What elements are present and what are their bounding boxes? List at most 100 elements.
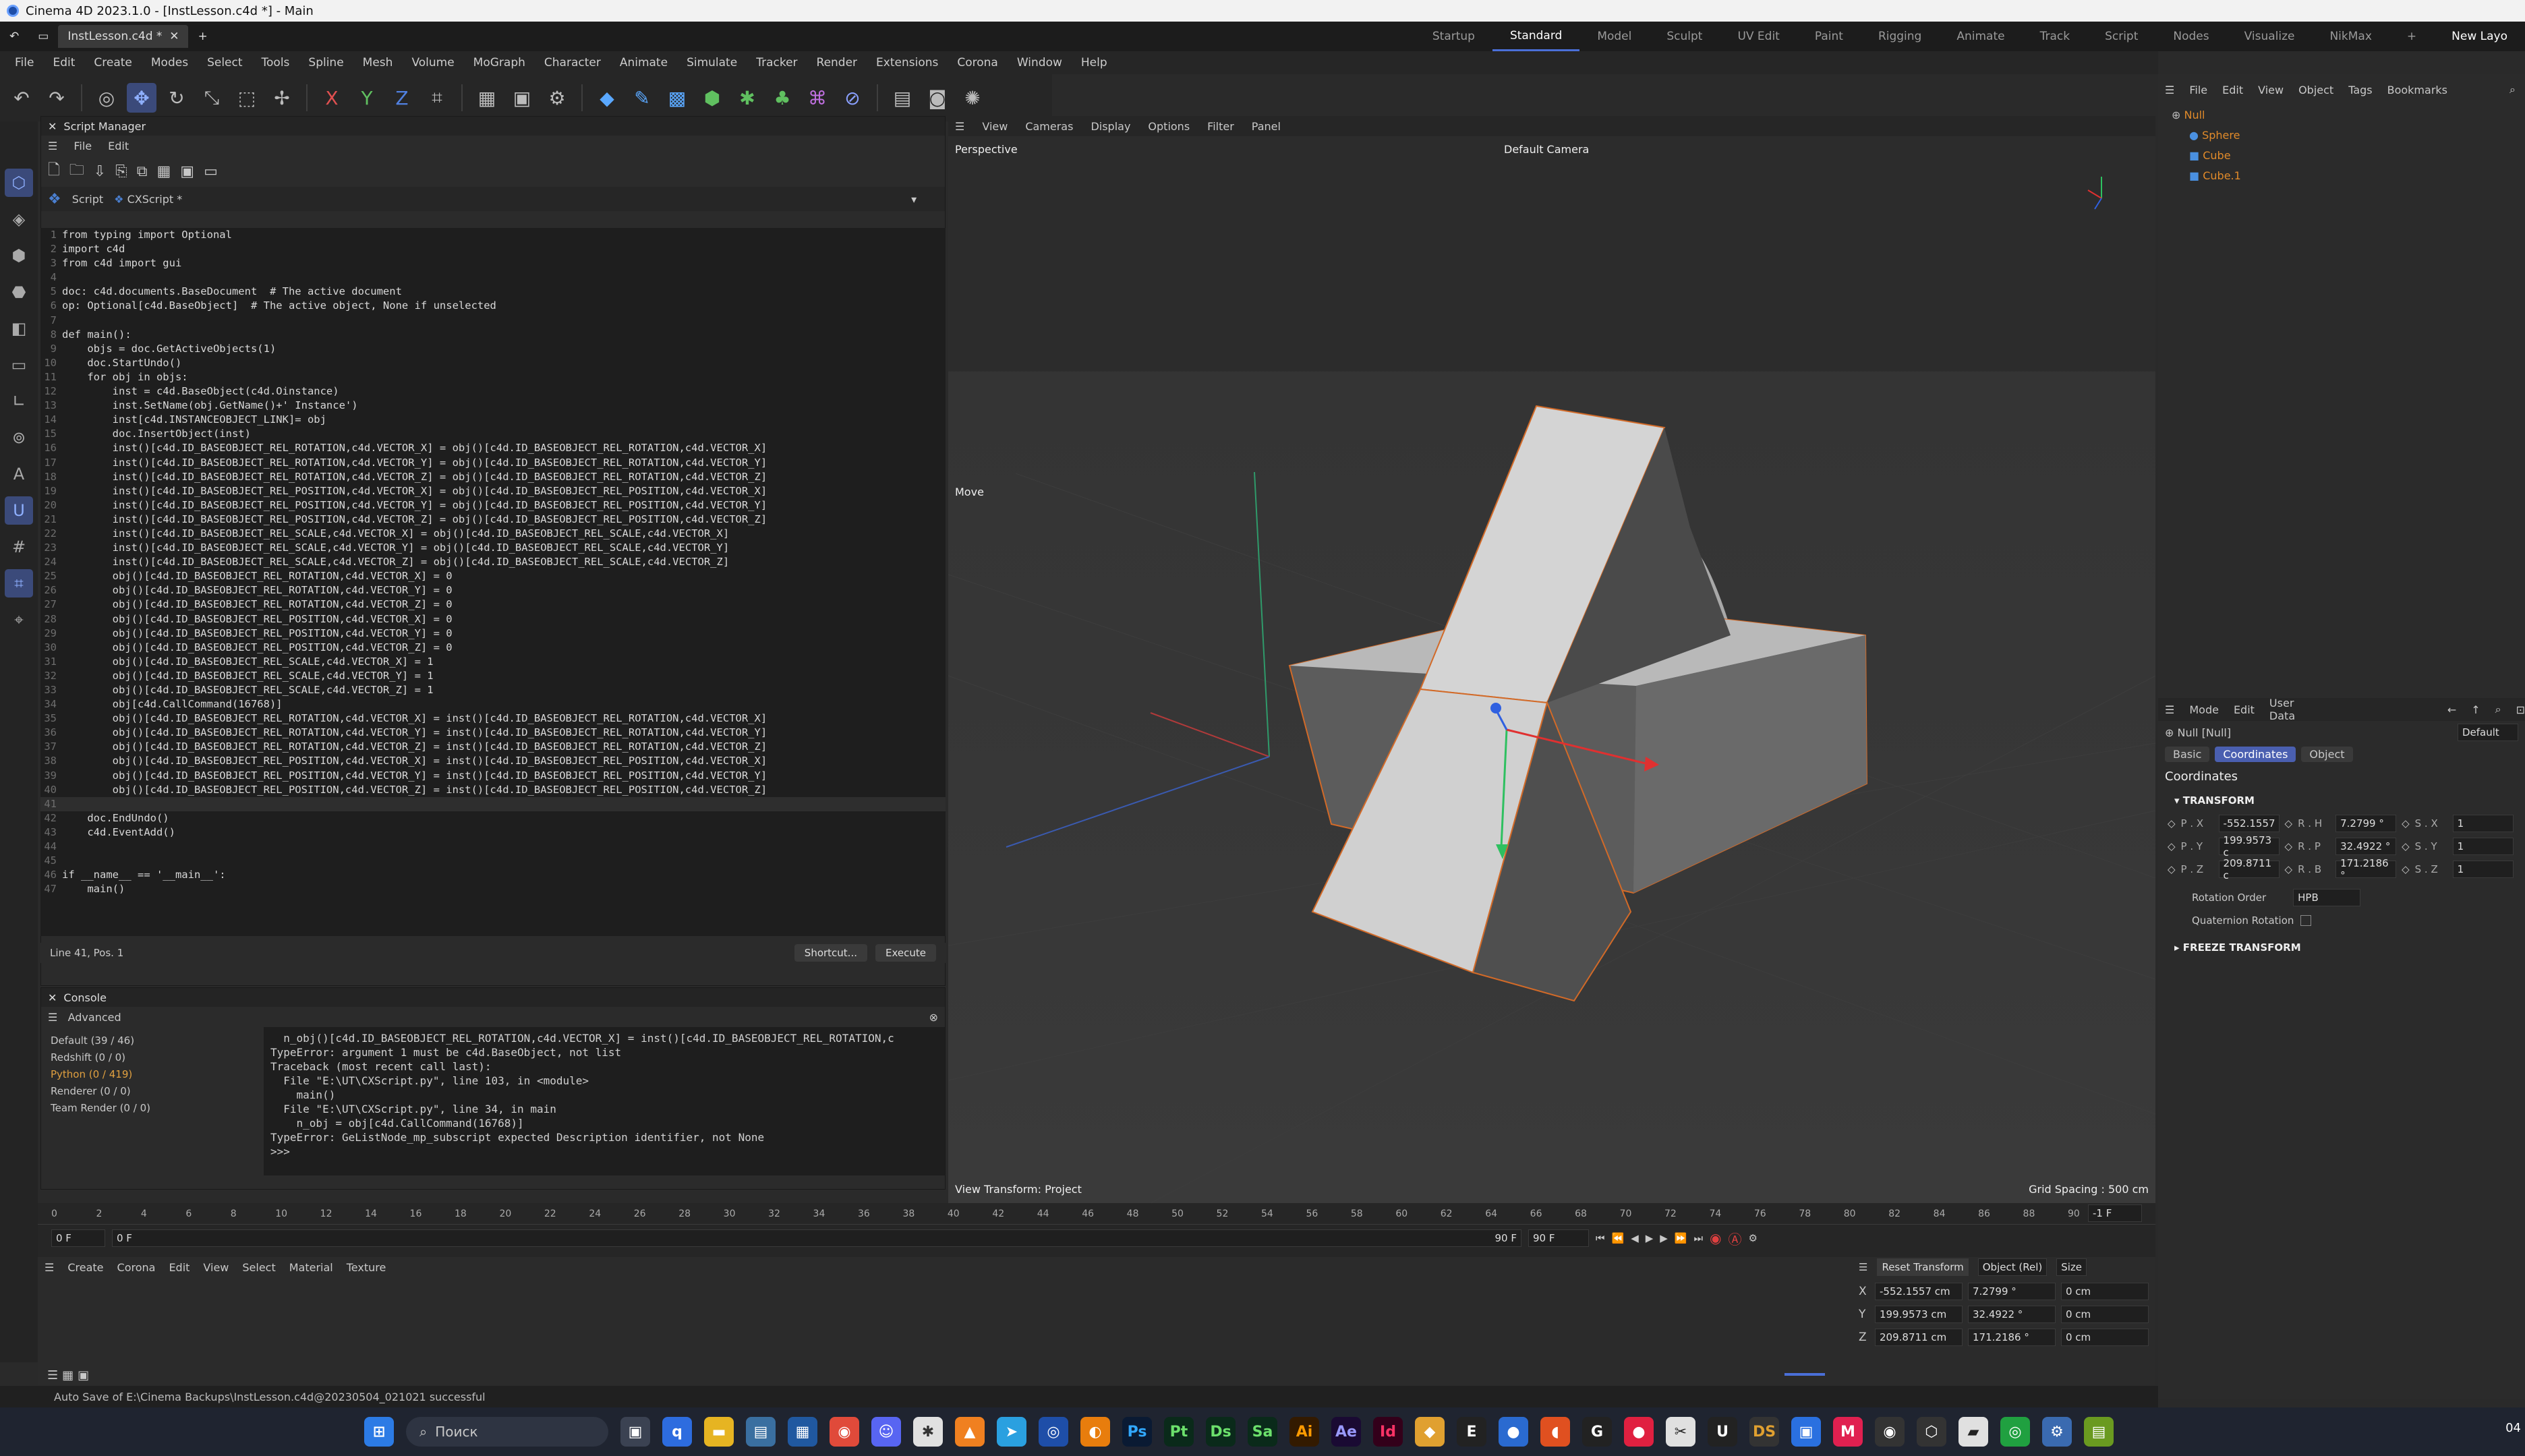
field-value[interactable]: 209.8711 c xyxy=(2218,857,2280,881)
code-line[interactable]: 2 import c4d xyxy=(40,242,946,256)
field-value[interactable]: 199.9573 c xyxy=(2218,834,2280,858)
y-axis-icon[interactable]: Y xyxy=(352,83,382,113)
filter-renderer[interactable]: Renderer (0 / 0) xyxy=(51,1083,254,1100)
floor-icon[interactable]: ▤ xyxy=(888,83,917,113)
console-tab[interactable]: Advanced xyxy=(68,1011,121,1024)
layout-sculpt[interactable]: Sculpt xyxy=(1649,22,1720,51)
coord-size-field[interactable]: 0 cm xyxy=(2061,1329,2149,1346)
layout-standard[interactable]: Standard xyxy=(1492,22,1580,51)
polygon-mode-icon[interactable]: ◧ xyxy=(5,314,33,343)
menu-tools[interactable]: Tools xyxy=(252,56,299,69)
object-row-sphere[interactable]: ● Sphere xyxy=(2172,125,2525,146)
code-line[interactable]: 38 obj()[c4d.ID_BASEOBJECT_REL_POSITION,… xyxy=(40,754,946,768)
attr-menu-user-data[interactable]: User Data xyxy=(2269,697,2311,722)
epic-games-icon[interactable]: E xyxy=(1457,1417,1486,1447)
filter-redshift[interactable]: Redshift (0 / 0) xyxy=(51,1049,254,1066)
menu-animate[interactable]: Animate xyxy=(610,56,677,69)
mat-menu-create[interactable]: Create xyxy=(67,1261,103,1274)
keyframe-diamond-icon[interactable]: ◇ xyxy=(2168,840,2176,852)
daz-icon[interactable]: DS xyxy=(1749,1417,1779,1447)
keyframe-diamond-icon[interactable]: ◇ xyxy=(2285,840,2293,852)
play-icon[interactable]: ▶ xyxy=(1646,1232,1654,1244)
cloner-icon[interactable]: ✱ xyxy=(732,83,762,113)
field-value[interactable]: 1 xyxy=(2452,861,2514,878)
app-icon-16[interactable]: ▰ xyxy=(1958,1417,1988,1447)
code-line[interactable]: 10 doc.StartUndo() xyxy=(40,356,946,370)
code-line[interactable]: 13 inst.SetName(obj.GetName()+' Instance… xyxy=(40,399,946,413)
field-value[interactable]: 32.4922 ° xyxy=(2335,838,2397,855)
layout-script[interactable]: Script xyxy=(2087,22,2155,51)
viewport[interactable]: ☰ View Cameras Display Options Filter Pa… xyxy=(948,116,2155,1203)
keyframe-settings-icon[interactable]: ⚙ xyxy=(1749,1232,1758,1244)
script-icon-a[interactable]: ▦ xyxy=(156,163,171,180)
new-tab-icon[interactable]: + xyxy=(188,25,216,48)
coord-size-dropdown[interactable]: Size xyxy=(2056,1258,2087,1276)
cube-icon[interactable]: ◆ xyxy=(592,83,622,113)
app-icon-6[interactable]: ◆ xyxy=(1415,1417,1445,1447)
code-line[interactable]: 33 obj()[c4d.ID_BASEOBJECT_REL_SCALE,c4d… xyxy=(40,683,946,697)
render-settings-icon[interactable]: ⚙ xyxy=(542,83,572,113)
hamburger-icon[interactable]: ☰ xyxy=(2165,703,2174,716)
code-line[interactable]: 46 if __name__ == '__main__': xyxy=(40,868,946,882)
substance-sampler-icon[interactable]: Sa xyxy=(1248,1417,1277,1447)
next-frame-icon[interactable]: ▶ xyxy=(1660,1232,1668,1244)
script-icon-b[interactable]: ▣ xyxy=(180,163,194,180)
quaternion-checkbox[interactable] xyxy=(2300,915,2312,926)
field-value[interactable]: 171.2186 ° xyxy=(2335,857,2397,881)
layout-track[interactable]: Track xyxy=(2023,22,2087,51)
script-icon-c[interactable]: ▭ xyxy=(204,163,218,180)
point-mode-icon[interactable]: ⬢ xyxy=(5,241,33,270)
code-line[interactable]: 11 for obj in objs: xyxy=(40,370,946,384)
camera-label[interactable]: Default Camera xyxy=(1504,143,1589,156)
subdivision-icon[interactable]: ▩ xyxy=(662,83,692,113)
discord-icon[interactable]: ☺ xyxy=(871,1417,901,1447)
reset-transform-button[interactable]: Reset Transform xyxy=(1877,1258,1969,1276)
code-line[interactable]: 6 op: Optional[c4d.BaseObject] # The acti… xyxy=(40,299,946,313)
code-line[interactable]: 28 obj()[c4d.ID_BASEOBJECT_REL_POSITION,… xyxy=(40,612,946,627)
tab-object[interactable]: Object xyxy=(2301,746,2353,762)
code-line[interactable]: 20 inst()[c4d.ID_BASEOBJECT_REL_POSITION… xyxy=(40,498,946,513)
lock-workplane-icon[interactable]: ⌖ xyxy=(5,606,33,634)
tab-instlesson[interactable]: InstLesson.c4d * ✕ xyxy=(58,25,189,48)
scale-tool-icon[interactable]: ⤡ xyxy=(197,83,227,113)
view-menu-panel[interactable]: Panel xyxy=(1252,120,1281,133)
app-icon-9[interactable]: G xyxy=(1582,1417,1612,1447)
view-menu-view[interactable]: View xyxy=(982,120,1008,133)
camera-icon[interactable]: ◙ xyxy=(923,83,952,113)
layout-startup[interactable]: Startup xyxy=(1415,22,1492,51)
code-line[interactable]: 8 def main(): xyxy=(40,328,946,342)
filter-team-render[interactable]: Team Render (0 / 0) xyxy=(51,1100,254,1117)
file-explorer-icon[interactable]: ▬ xyxy=(704,1417,734,1447)
menu-window[interactable]: Window xyxy=(1008,56,1072,69)
search-icon[interactable]: ⌕ xyxy=(2495,703,2501,716)
script-dropdown[interactable]: ❖ CXScript * ▾ xyxy=(114,193,923,206)
app-icon-18[interactable]: ▤ xyxy=(2084,1417,2114,1447)
substance-designer-icon[interactable]: Ds xyxy=(1206,1417,1236,1447)
telegram-icon[interactable]: ➤ xyxy=(997,1417,1026,1447)
prev-key-icon[interactable]: ⏪ xyxy=(1612,1232,1625,1244)
keyframe-diamond-icon[interactable]: ◇ xyxy=(2285,863,2293,875)
code-line[interactable]: 1 from typing import Optional xyxy=(40,228,946,242)
keyframe-diamond-icon[interactable]: ◇ xyxy=(2168,817,2176,829)
object-row-cube1[interactable]: ■ Cube.1 xyxy=(2172,166,2525,186)
mat-menu-view[interactable]: View xyxy=(203,1261,229,1274)
app-icon-12[interactable]: ▣ xyxy=(1791,1417,1821,1447)
axis-tool-icon[interactable]: ✢ xyxy=(267,83,297,113)
coordinate-system-icon[interactable]: ⌗ xyxy=(422,83,452,113)
field-value[interactable]: 1 xyxy=(2452,838,2514,855)
code-line[interactable]: 35 obj()[c4d.ID_BASEOBJECT_REL_ROTATION,… xyxy=(40,711,946,726)
add-layout-icon[interactable]: + xyxy=(2389,22,2434,51)
code-line[interactable]: 34 obj[c4d.CallCommand(16768)] xyxy=(40,697,946,711)
chrome-icon[interactable]: ◉ xyxy=(830,1417,859,1447)
menu-corona[interactable]: Corona xyxy=(948,56,1007,69)
illustrator-icon[interactable]: Ai xyxy=(1289,1417,1319,1447)
z-axis-icon[interactable]: Z xyxy=(387,83,417,113)
layout-paint[interactable]: Paint xyxy=(1797,22,1861,51)
x-axis-icon[interactable]: X xyxy=(317,83,347,113)
menu-character[interactable]: Character xyxy=(535,56,610,69)
field-icon[interactable]: ⊘ xyxy=(838,83,867,113)
photoshop-icon[interactable]: Ps xyxy=(1122,1417,1152,1447)
layout-rigging[interactable]: Rigging xyxy=(1861,22,1939,51)
obj-menu-edit[interactable]: Edit xyxy=(2222,84,2243,96)
model-mode-icon[interactable]: ⬡ xyxy=(5,169,33,197)
